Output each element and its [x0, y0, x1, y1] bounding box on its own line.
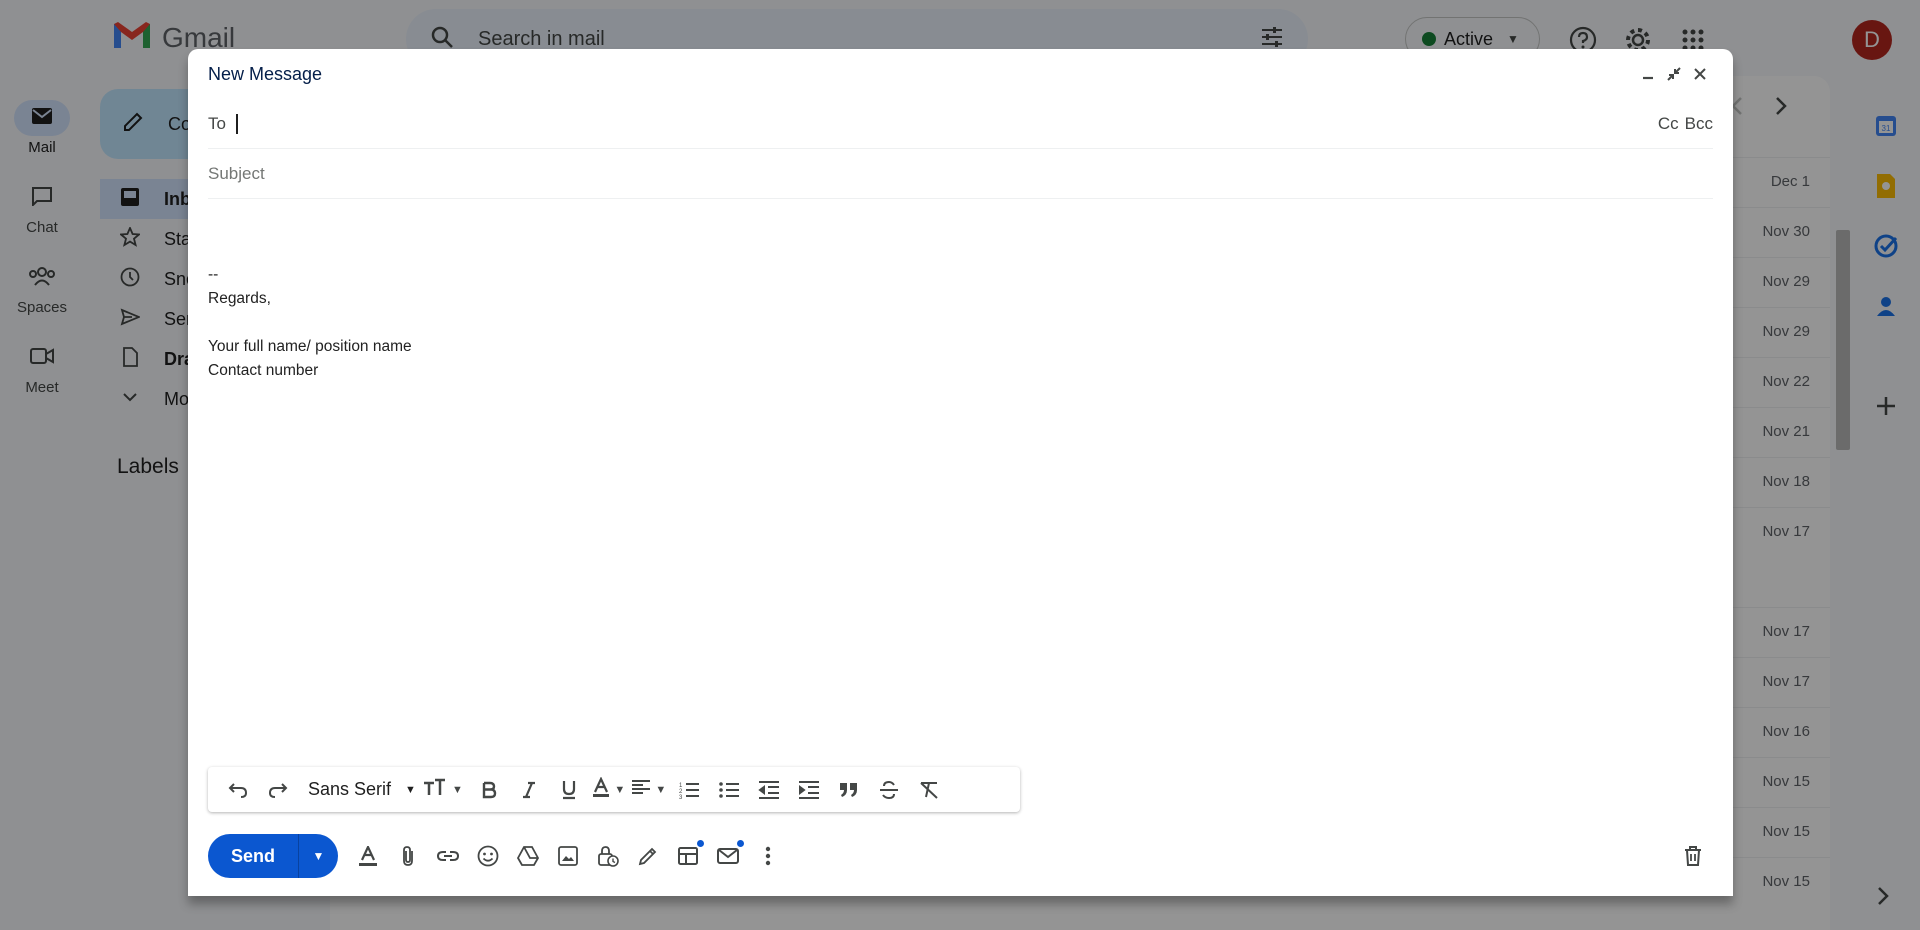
minimize-icon[interactable]	[1635, 61, 1661, 87]
redo-icon[interactable]	[258, 770, 298, 810]
confidential-mode-icon[interactable]	[588, 836, 628, 876]
subject-input[interactable]: Subject	[208, 164, 265, 184]
cc-link[interactable]: Cc	[1658, 114, 1679, 134]
strikethrough-icon[interactable]	[869, 770, 909, 810]
font-family-value: Sans Serif	[308, 779, 392, 799]
send-button[interactable]: Send	[208, 834, 298, 878]
quote-icon[interactable]	[829, 770, 869, 810]
dropdown-arrow-icon: ▼	[655, 783, 667, 796]
dropdown-arrow-icon: ▼	[405, 783, 416, 796]
svg-text:3: 3	[679, 795, 683, 799]
more-options-icon[interactable]	[748, 836, 788, 876]
bcc-link[interactable]: Bcc	[1685, 114, 1713, 134]
close-icon[interactable]	[1687, 61, 1713, 87]
font-family-select[interactable]: Sans Serif ▼	[298, 770, 422, 810]
compose-title: New Message	[208, 63, 323, 84]
text-color-icon	[592, 776, 610, 802]
attach-file-icon[interactable]	[388, 836, 428, 876]
bold-icon[interactable]	[469, 770, 509, 810]
exit-fullscreen-icon[interactable]	[1661, 61, 1687, 87]
message-body[interactable]: -- Regards, Your full name/ position nam…	[208, 263, 412, 383]
to-input[interactable]	[238, 109, 1658, 139]
subject-field[interactable]: Subject	[208, 149, 1713, 199]
schedule-send-dropdown[interactable]: ▼	[298, 834, 338, 878]
indent-more-icon[interactable]	[789, 770, 829, 810]
font-size-select[interactable]: ▼	[422, 770, 463, 810]
signature-separator: --	[208, 266, 219, 283]
insert-photo-icon[interactable]	[548, 836, 588, 876]
discard-draft-icon[interactable]	[1673, 836, 1713, 876]
emoji-icon[interactable]	[468, 836, 508, 876]
align-left-icon	[631, 779, 651, 800]
dropdown-arrow-icon: ▼	[312, 849, 325, 863]
bulleted-list-icon[interactable]	[709, 770, 749, 810]
dropdown-arrow-icon: ▼	[614, 783, 626, 796]
underline-icon[interactable]	[549, 770, 589, 810]
send-button-group: Send ▼	[208, 834, 338, 878]
compose-dialog: New Message To Cc Bcc Subject -- Regards…	[188, 49, 1733, 896]
formatting-options-icon[interactable]	[348, 836, 388, 876]
new-feature-dot	[697, 840, 704, 847]
email-template-icon[interactable]	[708, 836, 748, 876]
signature-name: Your full name/ position name	[208, 338, 412, 355]
italic-icon[interactable]	[509, 770, 549, 810]
formatting-toolbar: Sans Serif ▼ ▼ ▼ ▼ 123	[208, 767, 1020, 812]
undo-icon[interactable]	[218, 770, 258, 810]
numbered-list-icon[interactable]: 123	[669, 770, 709, 810]
compose-bottom-bar: Send ▼	[208, 834, 1713, 878]
text-color-button[interactable]: ▼	[589, 770, 629, 810]
remove-formatting-icon[interactable]	[909, 770, 949, 810]
to-label: To	[208, 113, 226, 133]
layouts-icon[interactable]	[668, 836, 708, 876]
text-size-icon	[422, 778, 446, 801]
indent-less-icon[interactable]	[749, 770, 789, 810]
signature-regards: Regards,	[208, 290, 271, 307]
insert-link-icon[interactable]	[428, 836, 468, 876]
to-field[interactable]: To Cc Bcc	[208, 99, 1713, 149]
align-button[interactable]: ▼	[629, 770, 669, 810]
google-drive-icon[interactable]	[508, 836, 548, 876]
dropdown-arrow-icon: ▼	[451, 783, 463, 796]
compose-header: New Message	[188, 49, 1733, 99]
signature-contact: Contact number	[208, 362, 319, 379]
new-feature-dot	[737, 840, 744, 847]
signature-pen-icon[interactable]	[628, 836, 668, 876]
